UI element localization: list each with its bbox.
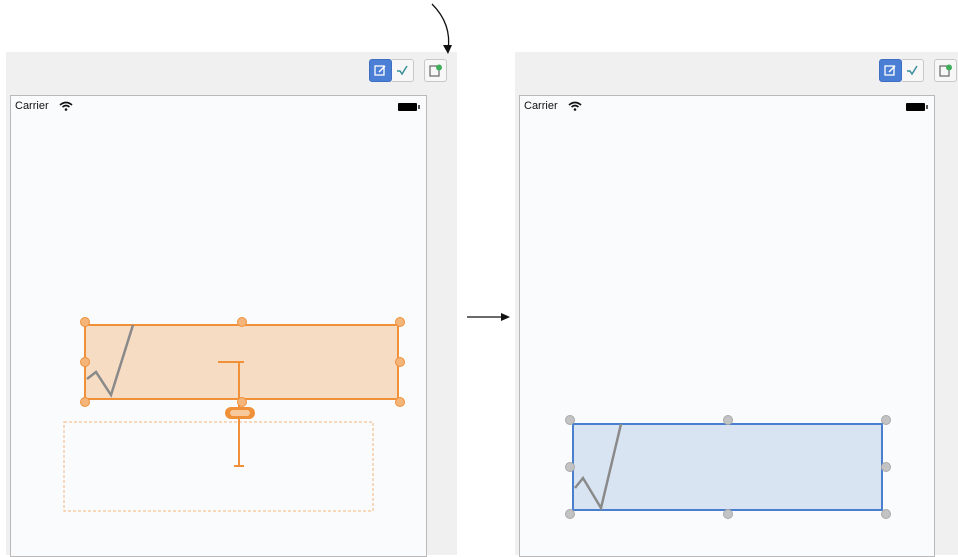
callout-arrow <box>431 3 452 54</box>
right-arrow <box>467 313 510 321</box>
annotation-overlay <box>431 3 510 321</box>
